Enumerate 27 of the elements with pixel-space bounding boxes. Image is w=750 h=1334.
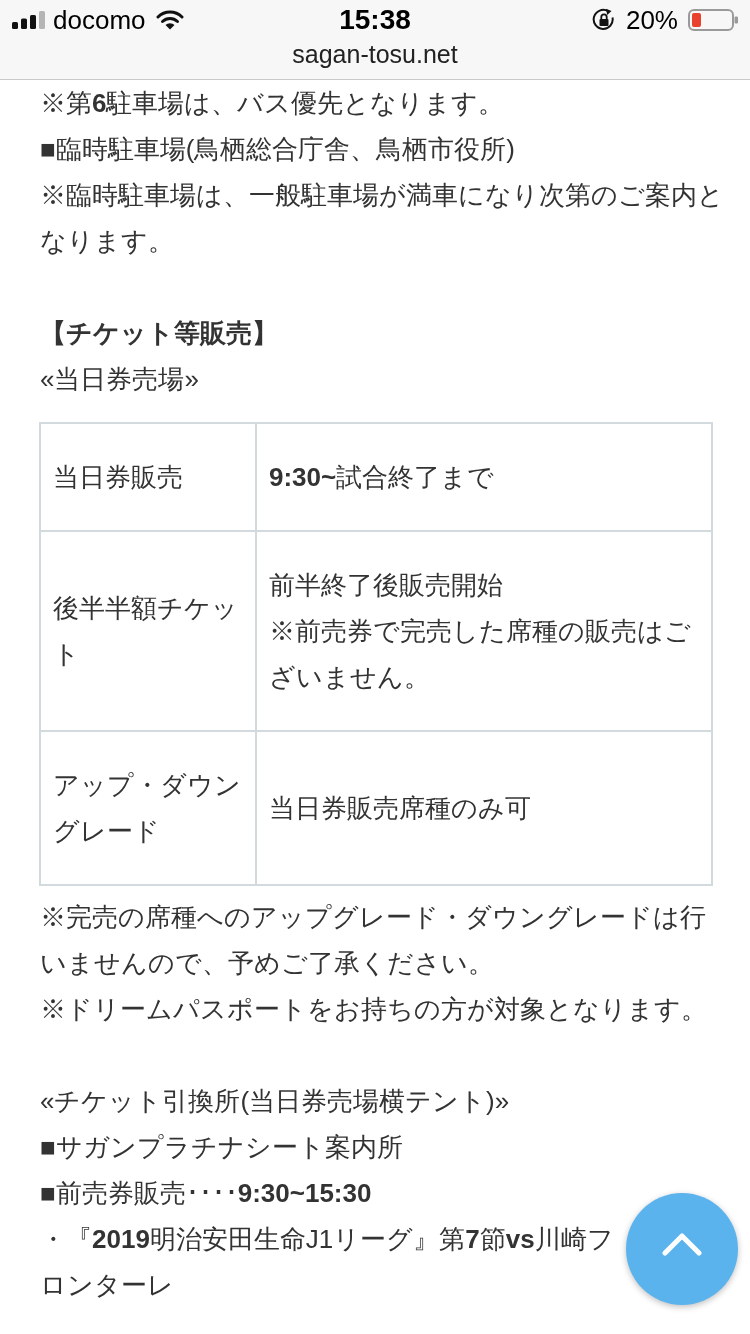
address-bar-url[interactable]: sagan-tosu.net (292, 40, 458, 68)
chevron-up-icon (662, 1232, 702, 1256)
signal-icon (12, 11, 45, 29)
table-cell: アップ・ダウングレード (40, 731, 256, 885)
section-heading: 【チケット等販売】 (40, 317, 278, 350)
table-cell: 前半終了後販売開始 ※前売券で完売した席種の販売はございません。 (256, 531, 712, 731)
table-cell: 当日券販売席種のみ可 (256, 731, 712, 885)
table-cell: 後半半額チケット (40, 531, 256, 731)
body-text: ・『2019明治安田生命J1リーグ』第7節vs川崎フロンターレ (40, 1223, 615, 1302)
body-text: ※ドリームパスポートをお持ちの方が対象となります。 (40, 993, 707, 1026)
body-text: ■サガンプラチナシート案内所 (40, 1131, 403, 1164)
table-cell: 当日券販売 (40, 423, 256, 531)
wifi-icon (155, 10, 184, 30)
carrier-name: docomo (53, 5, 146, 35)
battery-icon (688, 9, 738, 31)
body-text: ※完売の席種へのアップグレード・ダウングレードは行いませんので、予めご了承ください。 (40, 901, 707, 980)
scroll-to-top-button[interactable] (626, 1193, 738, 1305)
body-text: ■臨時駐車場(鳥栖総合庁舎、鳥栖市役所) (40, 133, 516, 166)
body-text: ※第6駐車場は、バス優先となります。 (40, 87, 505, 120)
body-text: «当日券売場» (40, 363, 199, 396)
orientation-lock-icon (591, 8, 616, 32)
battery-percentage: 20% (625, 5, 678, 35)
body-text: «チケット引換所(当日券売場横テント)» (40, 1085, 510, 1118)
clock-time: 15:38 (339, 5, 411, 35)
body-text: ■前売券販売････9:30~15:30 (40, 1177, 372, 1210)
table-cell: 9:30~試合終了まで (256, 423, 712, 531)
body-text: ※臨時駐車場は、一般駐車場が満車になり次第のご案内となります。 (40, 179, 725, 258)
